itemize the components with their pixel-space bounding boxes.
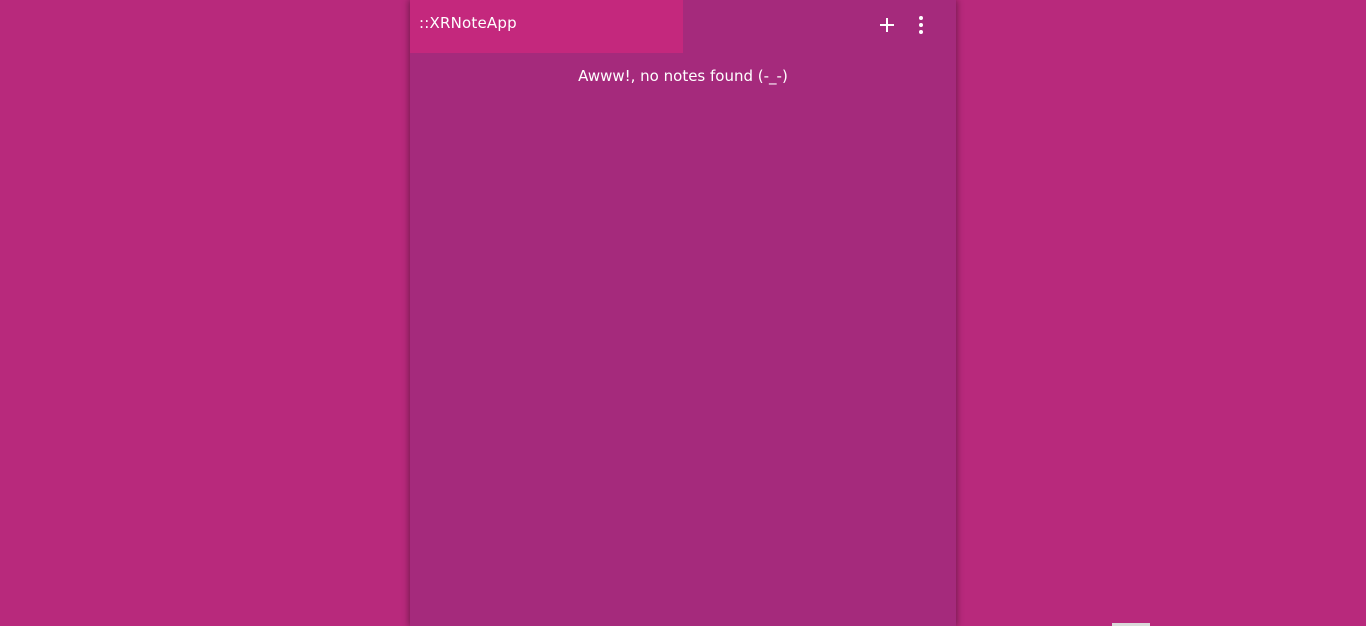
page-background: ::XRNoteApp Awww!, no notes found (-_-)	[0, 0, 1366, 626]
app-panel: ::XRNoteApp Awww!, no notes found (-_-)	[410, 0, 956, 626]
more-options-button[interactable]	[908, 12, 934, 38]
add-note-button[interactable]	[874, 12, 900, 38]
app-header: ::XRNoteApp	[410, 0, 956, 53]
header-actions	[846, 0, 956, 53]
more-vertical-icon	[919, 16, 923, 34]
title-area: ::XRNoteApp	[410, 0, 683, 53]
app-title: ::XRNoteApp	[419, 14, 517, 32]
plus-icon	[880, 18, 894, 32]
empty-notes-message: Awww!, no notes found (-_-)	[578, 67, 788, 85]
